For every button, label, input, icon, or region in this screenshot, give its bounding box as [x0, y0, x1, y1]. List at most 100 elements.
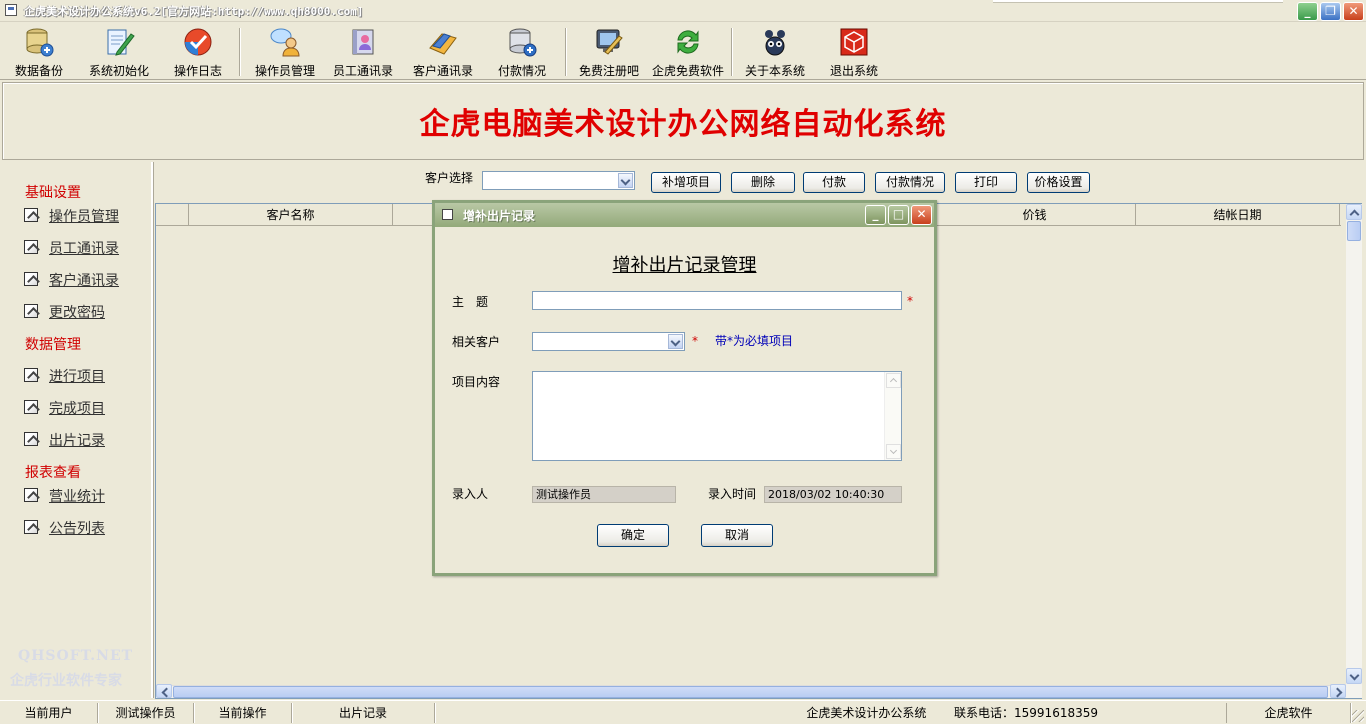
dialog-title-bar[interactable]: 增补出片记录 _ □ ✕ [435, 203, 934, 227]
sidebar: 基础设置 操作员管理 员工通讯录 客户通讯录 更改密码 数据管理 进行项目 完成… [2, 162, 153, 698]
scroll-down-icon[interactable] [1346, 668, 1362, 684]
entered-by-label: 录入人 [452, 487, 489, 501]
customer-filter-label: 客户选择 [425, 171, 474, 185]
toolbar-exit-button[interactable]: 退出系统 [826, 26, 882, 78]
status-system-name: 企虎美术设计办公系统 [806, 706, 927, 720]
window-title-bar[interactable]: 企虎美术设计办公系统v6.2[官方网站:http://www.qh8000.co… [0, 0, 1366, 22]
vertical-scroll-thumb[interactable] [1347, 221, 1361, 241]
title-bar-strip [993, 0, 1283, 3]
toolbar-separator [731, 28, 733, 76]
banner-title: 企虎电脑美术设计办公网络自动化系统 [419, 107, 947, 142]
print-button[interactable]: 打印 [955, 172, 1017, 193]
scroll-right-icon[interactable] [1330, 684, 1346, 698]
toolbar-backup-button[interactable]: 数据备份 [8, 26, 70, 78]
edit-icon [24, 240, 38, 254]
sidebar-group-data: 数据管理 [25, 337, 81, 353]
scroll-up-icon[interactable] [1346, 204, 1362, 220]
sidebar-group-reports: 报表查看 [25, 465, 81, 481]
price-settings-button[interactable]: 价格设置 [1027, 172, 1090, 193]
toolbar-staff-contacts-button[interactable]: 员工通讯录 [330, 26, 396, 78]
mascot-icon [765, 30, 785, 56]
toolbar-about-button[interactable]: 关于本系统 [742, 26, 808, 78]
toolbar-payment-button[interactable]: 付款情况 [494, 26, 550, 78]
notepad-pencil-icon [107, 29, 135, 56]
toolbar-customer-contacts-button[interactable]: 客户通讯录 [410, 26, 476, 78]
entry-time-label: 录入时间 [708, 487, 757, 501]
column-header-selector[interactable] [156, 204, 189, 226]
toolbar-separator [565, 28, 567, 76]
horizontal-scroll-thumb[interactable] [173, 686, 1328, 698]
content-label: 项目内容 [452, 375, 501, 389]
resize-grip-icon[interactable] [1352, 710, 1364, 722]
folder-contacts-icon [429, 33, 457, 55]
entered-by-field: 测试操作员 [532, 486, 676, 503]
edit-icon [24, 488, 38, 502]
textarea-scrollbar[interactable] [884, 372, 901, 460]
edit-icon [24, 520, 38, 534]
close-button[interactable]: ✕ [1343, 2, 1364, 21]
address-book-icon [352, 29, 374, 55]
status-current-op-label: 当前操作 [194, 703, 292, 723]
pay-button[interactable]: 付款 [803, 172, 865, 193]
subject-label: 主 题 [452, 295, 489, 309]
dialog-app-icon [442, 209, 453, 220]
checkmark-ball-icon [184, 28, 212, 56]
status-vendor: 企虎软件 [1226, 703, 1351, 723]
dialog-maximize-button[interactable]: □ [888, 205, 909, 225]
dialog-minimize-button[interactable]: _ [865, 205, 886, 225]
customer-select[interactable] [532, 332, 685, 351]
edit-icon [24, 208, 38, 222]
scroll-up-icon[interactable] [886, 373, 901, 388]
column-header-price[interactable]: 价钱 [933, 204, 1136, 226]
sidebar-group-basic: 基础设置 [25, 185, 81, 201]
vendor-watermark-slogan: 企虎行业软件专家 [10, 673, 122, 689]
content-textarea[interactable] [532, 371, 902, 461]
entry-time-field: 2018/03/02 10:40:30 [764, 486, 902, 503]
customer-filter-select[interactable] [482, 171, 635, 190]
toolbar-init-button[interactable]: 系统初始化 [86, 26, 152, 78]
required-hint: 带*为必填项目 [715, 334, 794, 348]
app-icon[interactable] [5, 4, 17, 16]
scroll-left-icon[interactable] [156, 684, 172, 698]
add-film-record-dialog: 增补出片记录 _ □ ✕ 增补出片记录管理 主 题 * 相关客户 * 带*为必填… [432, 200, 937, 576]
chevron-down-icon[interactable] [618, 173, 633, 188]
toolbar-operators-button[interactable]: 操作员管理 [252, 26, 318, 78]
delete-button[interactable]: 删除 [731, 172, 795, 193]
column-header-customer-name[interactable]: 客户名称 [189, 204, 393, 226]
toolbar-register-button[interactable]: 免费注册吧 [576, 26, 642, 78]
toolbar-log-button[interactable]: 操作日志 [170, 26, 226, 78]
subject-field[interactable] [532, 291, 902, 310]
confirm-button[interactable]: 确定 [597, 524, 669, 547]
scroll-down-icon[interactable] [886, 444, 901, 459]
toolbar-free-software-button[interactable]: 企虎免费软件 [650, 26, 726, 78]
users-chat-icon [270, 28, 300, 57]
horizontal-scrollbar[interactable] [156, 684, 1346, 698]
minimize-button[interactable]: _ [1297, 2, 1318, 21]
vendor-watermark-site: QHSOFT.NET [18, 648, 134, 664]
banner: 企虎电脑美术设计办公网络自动化系统 [2, 82, 1364, 160]
dialog-close-button[interactable]: ✕ [911, 205, 932, 225]
column-header-settlement-date[interactable]: 结帐日期 [1136, 204, 1340, 226]
subject-required-mark: * [907, 294, 913, 308]
monitor-disk-icon [596, 29, 623, 55]
database-add-icon [509, 28, 537, 57]
edit-icon [24, 368, 38, 382]
status-bar: 当前用户 测试操作员 当前操作 出片记录 企虎美术设计办公系统 联系电话：159… [0, 700, 1366, 724]
payment-status-button[interactable]: 付款情况 [875, 172, 945, 193]
edit-icon [24, 432, 38, 446]
exit-cube-icon [840, 28, 868, 56]
status-current-op-value: 出片记录 [292, 703, 435, 723]
dialog-title: 增补出片记录 [463, 209, 536, 223]
customer-label: 相关客户 [452, 335, 501, 349]
status-current-user-value: 测试操作员 [98, 703, 194, 723]
window-title: 企虎美术设计办公系统v6.2[官方网站:http://www.qh8000.co… [24, 5, 364, 18]
chevron-down-icon[interactable] [668, 334, 683, 349]
vertical-scrollbar[interactable] [1346, 204, 1362, 698]
edit-icon [24, 304, 38, 318]
cancel-button[interactable]: 取消 [701, 524, 773, 547]
restore-button[interactable]: ❐ [1320, 2, 1341, 21]
refresh-arrows-icon [677, 30, 699, 54]
status-phone: 联系电话：15991618359 [954, 706, 1098, 720]
dialog-heading: 增补出片记录管理 [612, 255, 757, 276]
add-project-button[interactable]: 补增项目 [651, 172, 721, 193]
